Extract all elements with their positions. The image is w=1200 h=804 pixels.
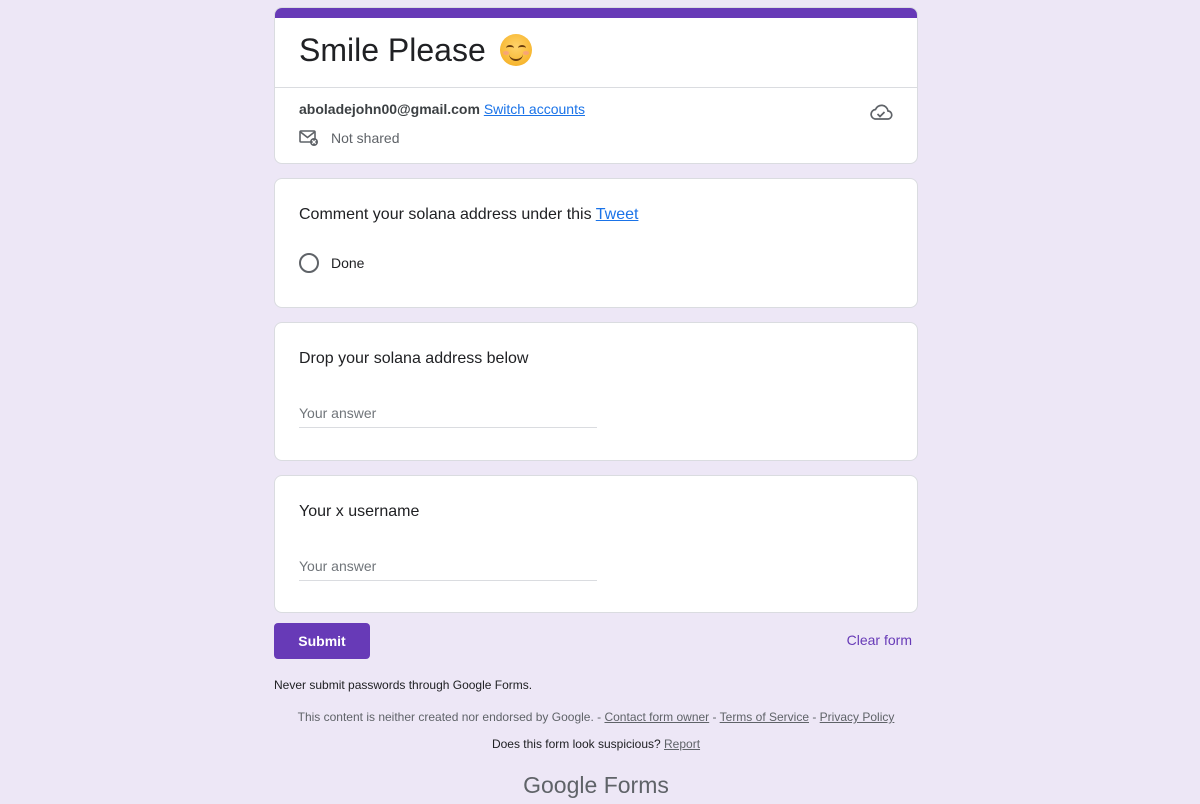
brand-google: Google [523, 772, 598, 798]
suspicious-text: Does this form look suspicious? [491, 737, 665, 751]
cloud-saved-icon [870, 104, 893, 120]
form-actions: Submit Clear form [274, 623, 918, 660]
account-info: aboladejohn00@gmail.com Switch accounts [299, 101, 585, 117]
brand-forms: Forms [603, 772, 669, 798]
disclaimer-text: This content is neither created nor endo… [297, 710, 605, 724]
form-header-card: Smile Please aboladejohn00@gmail.com Swi… [274, 7, 918, 164]
question-card-username: Your x username [274, 475, 918, 613]
google-forms-logo[interactable]: Google Forms [0, 772, 1192, 799]
disclaimer-line: This content is neither created nor endo… [274, 710, 918, 724]
solana-address-input[interactable] [299, 399, 597, 428]
switch-accounts-link[interactable]: Switch accounts [484, 101, 585, 117]
separator: - [709, 710, 720, 724]
not-shared-status: Not shared [299, 129, 399, 147]
not-shared-label: Not shared [331, 130, 400, 146]
separator: - [809, 710, 820, 724]
x-username-input[interactable] [299, 552, 597, 581]
terms-link[interactable]: Terms of Service [720, 710, 809, 724]
report-link[interactable]: Report [664, 737, 700, 751]
account-email: aboladejohn00@gmail.com [299, 101, 480, 117]
suspicious-line: Does this form look suspicious? Report [274, 737, 918, 751]
radio-button[interactable] [299, 253, 319, 273]
accent-bar [275, 8, 917, 18]
mail-not-shared-icon [299, 130, 318, 146]
question-card-tweet: Comment your solana address under this T… [274, 178, 918, 308]
password-warning: Never submit passwords through Google Fo… [274, 678, 533, 692]
form-title-text: Smile Please [299, 32, 486, 68]
question-label-tweet: Comment your solana address under this T… [299, 206, 638, 224]
radio-option-label: Done [331, 255, 365, 271]
smiling-face-icon [499, 34, 532, 66]
radio-option-done[interactable]: Done [299, 253, 364, 273]
question-label-username: Your x username [299, 503, 420, 520]
tweet-link[interactable]: Tweet [596, 206, 639, 223]
question-text: Comment your solana address under this [299, 206, 596, 223]
question-label-solana: Drop your solana address below [299, 350, 529, 367]
form-container: Smile Please aboladejohn00@gmail.com Swi… [274, 7, 918, 613]
question-card-solana: Drop your solana address below [274, 322, 918, 461]
clear-form-button[interactable]: Clear form [847, 632, 912, 648]
privacy-link[interactable]: Privacy Policy [820, 710, 895, 724]
contact-owner-link[interactable]: Contact form owner [604, 710, 709, 724]
form-title: Smile Please [299, 34, 532, 66]
submit-button[interactable]: Submit [274, 623, 370, 659]
header-divider [275, 87, 917, 88]
